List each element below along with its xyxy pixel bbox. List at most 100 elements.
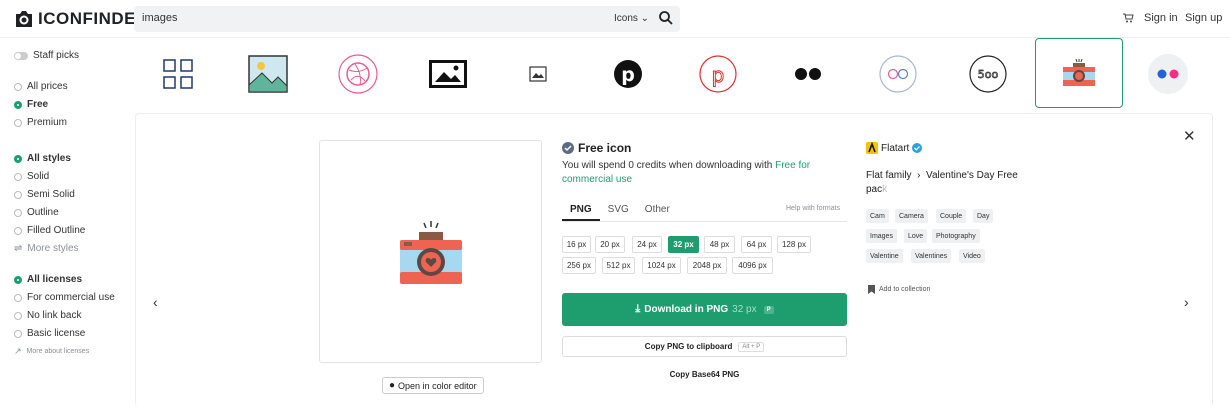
size-option[interactable]: 4096 px	[732, 257, 773, 274]
chevron-right-icon[interactable]: ›	[1184, 294, 1189, 310]
more-licenses-link[interactable]: ↗ More about licenses	[14, 346, 89, 357]
download-icon: ⤓	[635, 303, 641, 315]
tab-png[interactable]: PNG	[562, 204, 600, 221]
radio[interactable]	[14, 172, 22, 181]
search-type-select[interactable]: Icons ⌄	[614, 13, 649, 24]
help-formats-link[interactable]: Help with formats	[786, 205, 840, 212]
flatart-logo-icon	[866, 142, 878, 154]
filter-outline[interactable]: Outline	[14, 207, 59, 218]
credits-sentence: You will spend 0 credits when downloadin…	[562, 160, 776, 171]
icon-result[interactable]: p	[675, 40, 761, 108]
chevron-left-icon[interactable]: ‹	[153, 294, 158, 310]
tag[interactable]: Camera	[895, 209, 928, 223]
download-size: 32 px	[732, 304, 757, 315]
tag[interactable]: Images	[866, 229, 897, 243]
icon-result-selected[interactable]	[1035, 38, 1123, 108]
download-png-button[interactable]: ⤓ Download in PNG 32 px P	[562, 293, 847, 326]
filter-all-prices[interactable]: All prices	[14, 81, 68, 92]
icon-result[interactable]	[765, 40, 851, 108]
icon-result[interactable]	[1125, 40, 1211, 108]
icon-result[interactable]	[855, 40, 941, 108]
signin-link[interactable]: Sign in	[1144, 12, 1178, 24]
open-color-editor-button[interactable]: ● Open in color editor	[382, 377, 484, 394]
search-icon[interactable]	[658, 10, 674, 26]
size-option-selected[interactable]: 32 px	[668, 236, 699, 253]
radio[interactable]	[14, 82, 22, 91]
search-bar[interactable]: images Icons ⌄	[134, 6, 680, 32]
icon-result[interactable]	[315, 40, 401, 108]
signup-link[interactable]: Sign up	[1185, 12, 1222, 24]
logo[interactable]: ICONFINDER	[14, 9, 149, 29]
filter-free[interactable]: Free	[14, 99, 48, 110]
size-option[interactable]: 512 px	[602, 257, 635, 274]
tag[interactable]: Valentines	[911, 249, 952, 263]
tab-other[interactable]: Other	[645, 204, 670, 221]
tag[interactable]: Photography	[932, 229, 980, 243]
close-icon[interactable]: ✕	[1183, 127, 1196, 145]
size-option[interactable]: 128 px	[777, 236, 811, 253]
size-option[interactable]: 1024 px	[642, 257, 681, 274]
size-option[interactable]: 48 px	[704, 236, 735, 253]
size-option[interactable]: 20 px	[595, 236, 625, 253]
pinterest-outline-icon: p	[699, 55, 737, 93]
tag[interactable]: Couple	[936, 209, 967, 223]
palette-icon: ●	[389, 380, 396, 391]
icon-result[interactable]: 5oo	[945, 40, 1031, 108]
icon-result[interactable]	[225, 40, 311, 108]
search-input[interactable]: images	[142, 12, 177, 24]
shortcut-key: P	[763, 305, 774, 314]
filter-commercial[interactable]: For commercial use	[14, 292, 115, 303]
filter-semi-solid[interactable]: Semi Solid	[14, 189, 75, 200]
more-styles-link[interactable]: ⇌ More styles	[14, 243, 79, 254]
radio[interactable]	[14, 208, 22, 217]
staff-picks-toggle[interactable]: Staff picks	[14, 50, 79, 61]
filter-label: Solid	[27, 171, 50, 182]
size-option[interactable]: 64 px	[741, 236, 772, 253]
size-option[interactable]: 2048 px	[687, 257, 727, 274]
size-option[interactable]: 16 px	[562, 236, 591, 253]
tag[interactable]: Valentine	[866, 249, 903, 263]
filter-label: All styles	[27, 153, 71, 164]
family-link[interactable]: Flat family	[866, 170, 912, 181]
filter-all-styles[interactable]: All styles	[14, 153, 71, 164]
filter-filled-outline[interactable]: Filled Outline	[14, 225, 85, 236]
size-option[interactable]: 24 px	[632, 236, 662, 253]
tabs-divider	[562, 221, 847, 222]
filter-all-licenses[interactable]: All licenses	[14, 274, 82, 285]
radio-selected[interactable]	[14, 154, 22, 163]
tag[interactable]: Love	[904, 229, 928, 243]
filter-solid[interactable]: Solid	[14, 171, 49, 182]
radio[interactable]	[14, 329, 22, 338]
toggle-switch[interactable]	[14, 51, 28, 60]
icon-result[interactable]: p	[585, 40, 671, 108]
author-name[interactable]: Flatart	[881, 143, 909, 154]
landscape-image-icon	[248, 55, 288, 93]
icon-result[interactable]	[405, 40, 491, 108]
author-info[interactable]: Flatart	[866, 142, 923, 154]
radio[interactable]	[14, 293, 22, 302]
copy-base64-button[interactable]: Copy Base64 PNG	[562, 370, 847, 379]
cart-icon[interactable]	[1123, 13, 1134, 23]
tag[interactable]: Cam	[866, 209, 889, 223]
radio[interactable]	[14, 226, 22, 235]
filter-premium[interactable]: Premium	[14, 117, 67, 128]
icon-result[interactable]	[495, 40, 581, 108]
tag[interactable]: Day	[973, 209, 994, 223]
filter-basic-license[interactable]: Basic license	[14, 328, 85, 339]
tag[interactable]: Video	[959, 249, 985, 263]
size-option[interactable]: 256 px	[562, 257, 596, 274]
500px-icon: 5oo	[969, 55, 1007, 93]
icon-result[interactable]	[135, 40, 221, 108]
filter-no-link-back[interactable]: No link back	[14, 310, 81, 321]
radio[interactable]	[14, 118, 22, 127]
copy-png-button[interactable]: Copy PNG to clipboard Alt + P	[562, 336, 847, 357]
pinterest-black-icon: p	[614, 60, 642, 88]
add-to-collection-button[interactable]: Add to collection	[868, 285, 930, 294]
radio-selected[interactable]	[14, 275, 22, 284]
filter-label: All licenses	[27, 274, 83, 285]
radio[interactable]	[14, 190, 22, 199]
dribbble-icon	[338, 54, 378, 94]
tab-svg[interactable]: SVG	[608, 204, 629, 221]
radio-selected[interactable]	[14, 100, 22, 109]
radio[interactable]	[14, 311, 22, 320]
